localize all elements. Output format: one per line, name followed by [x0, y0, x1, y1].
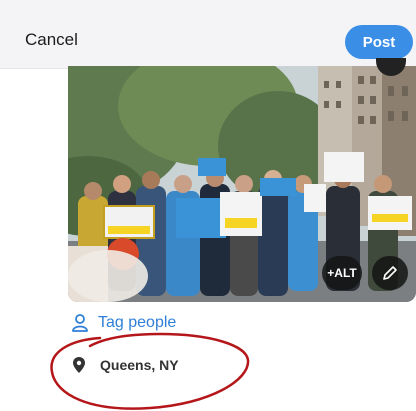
post-button[interactable]: Post [345, 25, 413, 59]
person-icon [72, 314, 88, 332]
add-alt-text-button[interactable]: +ALT [322, 256, 362, 290]
tag-people-label: Tag people [98, 314, 177, 331]
tag-people-button[interactable]: Tag people [70, 312, 176, 334]
pencil-icon [383, 266, 397, 280]
cancel-button[interactable]: Cancel [25, 30, 78, 50]
edit-photo-button[interactable] [372, 256, 408, 290]
composer-header: Cancel Post [0, 0, 416, 69]
attached-photo[interactable] [68, 66, 416, 302]
location-row[interactable]: Queens, NY [72, 354, 179, 376]
location-label: Queens, NY [100, 357, 179, 373]
protest-photo-illustration [68, 66, 416, 302]
location-pin-icon [73, 357, 85, 373]
